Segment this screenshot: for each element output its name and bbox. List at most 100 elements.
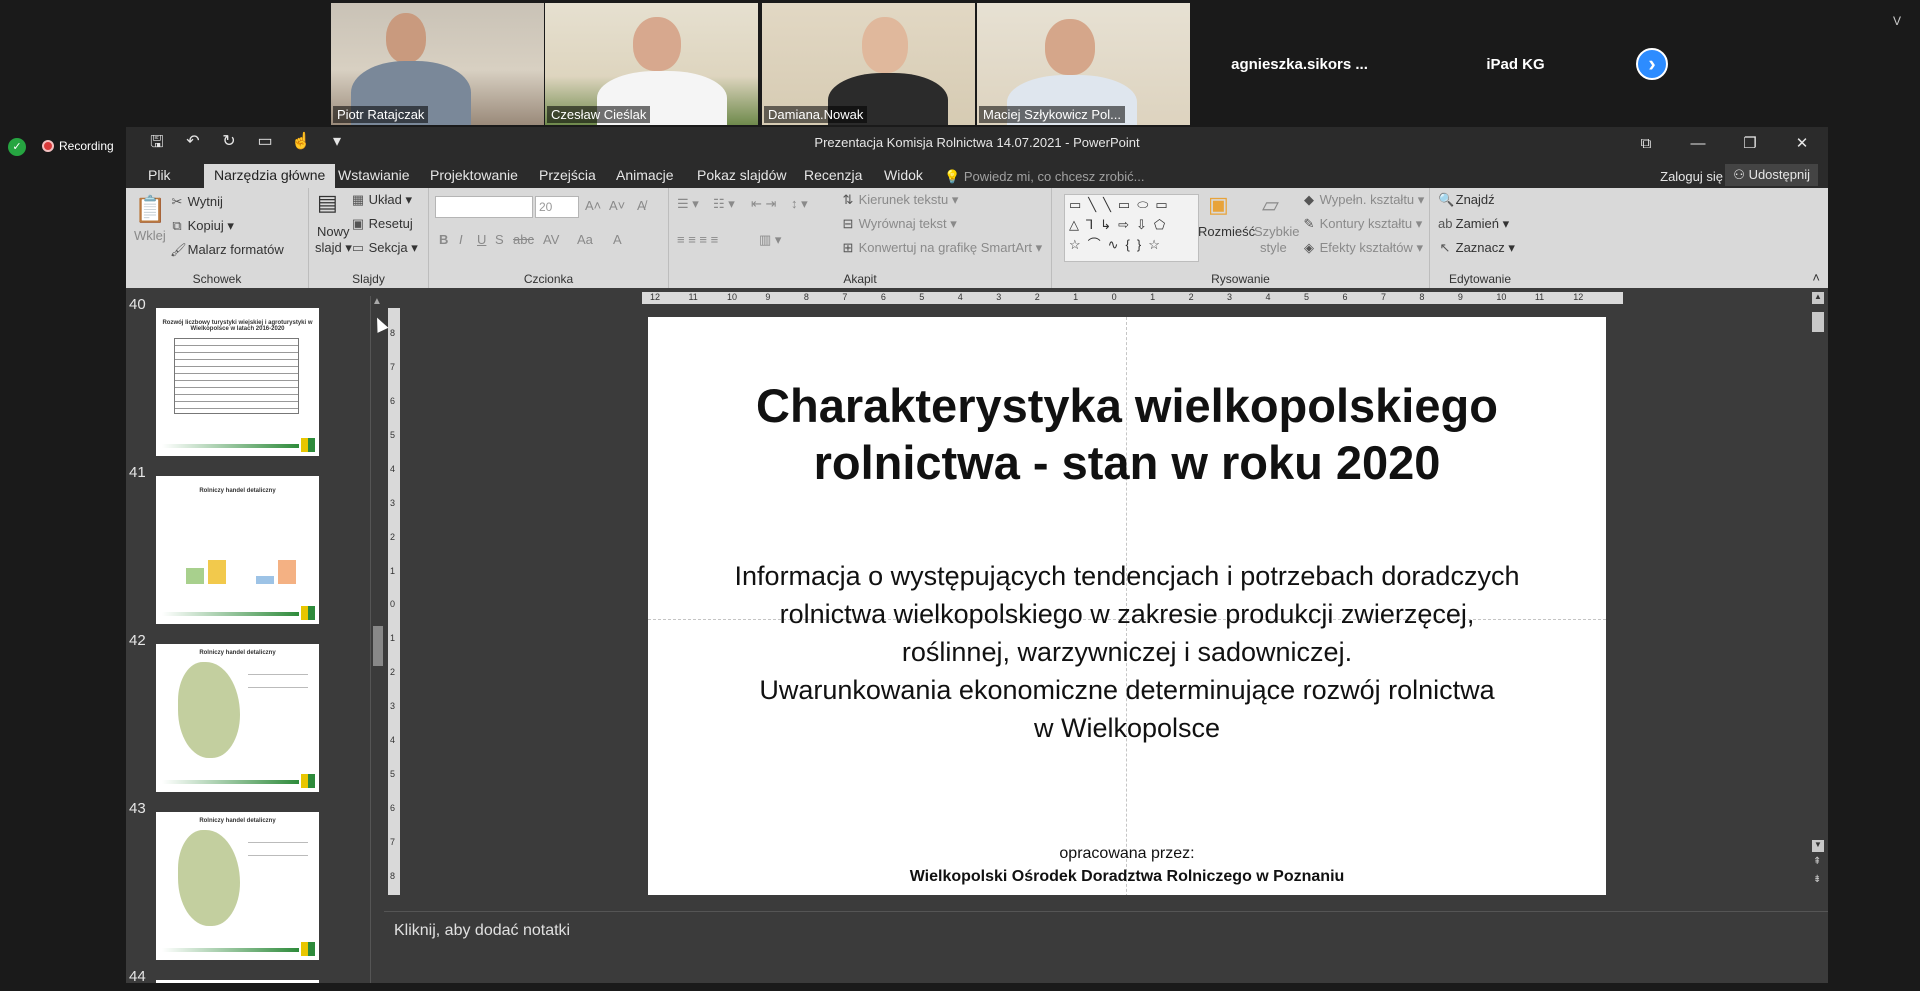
text-direction-button[interactable]: ⇅ Kierunek tekstu ▾ [841, 192, 959, 208]
select-button[interactable]: ↖ Zaznacz ▾ [1438, 240, 1515, 256]
participant-tile[interactable]: Czesław Cieślak [545, 3, 758, 125]
format-painter-button[interactable]: 🖌 Malarz formatów [170, 242, 284, 258]
char-spacing-icon[interactable]: AV [543, 232, 559, 247]
find-button[interactable]: 🔍 Znajdź [1438, 192, 1495, 208]
ruler-tick-label: 4 [390, 735, 396, 746]
new-slide-icon[interactable]: ▤ [317, 190, 338, 216]
numbering-icon[interactable]: ☷ ▾ [713, 196, 735, 212]
cut-button[interactable]: ✂ Wytnij [170, 194, 223, 210]
slide-subtitle[interactable]: Informacja o występujących tendencjach i… [678, 557, 1576, 747]
security-shield-icon[interactable]: ✓ [8, 138, 26, 156]
tab-design[interactable]: Projektowanie [420, 164, 528, 188]
participant-tile-active[interactable]: Maciej Szłykowicz Pol... [977, 3, 1190, 125]
bullets-icon[interactable]: ☰ ▾ [677, 196, 699, 212]
ruler-tick-label: 4 [390, 463, 396, 474]
new-slide-button-line2[interactable]: slajd ▾ [315, 240, 352, 256]
tab-insert[interactable]: Wstawianie [328, 164, 420, 188]
arrange-icon[interactable]: ▣ [1208, 192, 1229, 218]
shadow-icon[interactable]: S [495, 232, 504, 247]
tab-transitions[interactable]: Przejścia [529, 164, 606, 188]
tab-view[interactable]: Widok [874, 164, 933, 188]
slide-title[interactable]: Charakterystyka wielkopolskiego rolnictw… [648, 377, 1606, 491]
view-button[interactable]: V [1893, 14, 1901, 28]
participant-head [1045, 19, 1095, 75]
recording-badge[interactable]: Recording [42, 139, 114, 153]
tab-animations[interactable]: Animacje [606, 164, 684, 188]
align-icons[interactable]: ≡ ≡ ≡ ≡ [677, 232, 718, 247]
layout-button[interactable]: ▦ Układ ▾ [351, 192, 412, 208]
font-name-input[interactable] [435, 196, 533, 218]
slide-scrollbar[interactable]: ▲ ▼ ⇞ ⇟ [1808, 288, 1828, 895]
decrease-font-icon[interactable]: A˅ [609, 198, 625, 213]
tell-me-search[interactable]: 💡 Powiedz mi, co chcesz zrobić... [944, 169, 1144, 185]
increase-font-icon[interactable]: A˄ [585, 198, 601, 213]
close-icon[interactable]: ✕ [1776, 127, 1828, 159]
shape-outline-button[interactable]: ✎ Kontury kształtu ▾ [1302, 216, 1423, 232]
slide-thumbnail[interactable]: Rolniczy handel detaliczny [156, 476, 319, 624]
bold-icon[interactable]: B [439, 232, 448, 247]
thumbnail-scrollbar[interactable]: ▲ [370, 296, 384, 983]
arrange-button[interactable]: Rozmieść [1198, 224, 1255, 239]
restore-icon[interactable]: ❐ [1724, 127, 1776, 159]
replace-button[interactable]: ab Zamień ▾ [1438, 216, 1509, 232]
section-button[interactable]: ▭ Sekcja ▾ [351, 240, 418, 256]
slide-thumbnail[interactable]: Rozwój liczbowy turystyki wiejskiej i ag… [156, 308, 319, 456]
scroll-up-icon[interactable]: ▲ [372, 296, 382, 307]
clear-format-icon[interactable]: A̸ [637, 198, 646, 213]
tab-review[interactable]: Recenzja [794, 164, 872, 188]
strikethrough-icon[interactable]: abc [513, 232, 534, 247]
thumbnail-map [178, 830, 240, 926]
paste-button[interactable]: Wklej [134, 228, 166, 243]
thumbnail-title: Rolniczy handel detaliczny [199, 650, 276, 656]
tab-file[interactable]: Plik [138, 164, 181, 188]
columns-icon[interactable]: ▥ ▾ [759, 232, 781, 248]
align-text-button[interactable]: ⊟ Wyrównaj tekst ▾ [841, 216, 957, 232]
participant-tile[interactable]: Piotr Ratajczak [331, 3, 544, 125]
slide-thumbnail[interactable]: Rolniczy handel detaliczny [156, 812, 319, 960]
participant-tile[interactable]: Damiana.Nowak [762, 3, 975, 125]
italic-icon[interactable]: I [459, 232, 463, 247]
clipboard-group: 📋 Wklej ✂ Wytnij ⧉ Kopiuj ▾ 🖌 Malarz for… [126, 188, 309, 288]
prepared-by-label[interactable]: opracowana przez: [648, 845, 1606, 863]
next-slide-icon[interactable]: ⇟ [1813, 874, 1821, 885]
participant-name-tile[interactable]: agnieszka.sikors ... [1192, 3, 1407, 125]
shapes-gallery[interactable]: ▭╲╲▭⬭▭ △⅂↳⇨⇩⬠ ☆⌒∿{}☆ [1064, 194, 1199, 262]
collapse-ribbon-icon[interactable]: ˄ [1812, 270, 1820, 285]
font-color-icon[interactable]: A [613, 232, 622, 247]
paste-icon[interactable]: 📋 [134, 194, 166, 225]
reset-button[interactable]: ▣ Resetuj [351, 216, 413, 232]
quick-styles-line2[interactable]: style [1260, 240, 1287, 255]
ribbon-display-icon[interactable]: ⧉ [1620, 127, 1672, 159]
shape-effects-button[interactable]: ◈ Efekty kształtów ▾ [1302, 240, 1423, 256]
underline-icon[interactable]: U [477, 232, 486, 247]
next-page-arrow-icon[interactable]: › [1636, 48, 1668, 80]
organization-name[interactable]: Wielkopolski Ośrodek Doradztwa Rolniczeg… [648, 868, 1606, 886]
current-slide[interactable]: Charakterystyka wielkopolskiego rolnictw… [648, 317, 1606, 895]
slide-thumbnail[interactable] [156, 980, 319, 983]
scroll-thumb[interactable] [373, 626, 383, 666]
previous-slide-icon[interactable]: ⇞ [1813, 856, 1821, 867]
tab-home[interactable]: Narzędzia główne [204, 164, 336, 188]
smartart-button[interactable]: ⊞ Konwertuj na grafikę SmartArt ▾ [841, 240, 1043, 256]
indent-icon[interactable]: ⇤ ⇥ [751, 196, 776, 212]
shape-fill-button[interactable]: ◆ Wypełn. kształtu ▾ [1302, 192, 1424, 208]
notes-pane[interactable]: Kliknij, aby dodać notatki [384, 911, 1828, 983]
scroll-down-icon[interactable]: ▼ [1812, 840, 1824, 852]
slide-thumbnail[interactable]: Rolniczy handel detaliczny [156, 644, 319, 792]
scroll-up-icon[interactable]: ▲ [1812, 292, 1824, 304]
quick-styles-line1[interactable]: Szybkie [1254, 224, 1300, 239]
quick-styles-icon[interactable]: ▱ [1262, 192, 1279, 218]
change-case-icon[interactable]: Aa [577, 232, 593, 247]
scroll-thumb[interactable] [1812, 312, 1824, 332]
new-slide-button-line1[interactable]: Nowy [317, 224, 350, 239]
copy-button[interactable]: ⧉ Kopiuj ▾ [170, 218, 234, 234]
sign-in-link[interactable]: Zaloguj się [1660, 169, 1723, 184]
ruler-tick-label: 1 [1073, 292, 1079, 302]
group-label: Czcionka [523, 272, 574, 286]
font-size-input[interactable]: 20 [535, 196, 579, 218]
minimize-icon[interactable]: — [1672, 127, 1724, 159]
participant-name-tile[interactable]: iPad KG [1408, 3, 1623, 125]
line-spacing-icon[interactable]: ↕ ▾ [791, 196, 808, 212]
share-button[interactable]: ⚇ Udostępnij [1725, 164, 1818, 186]
tab-slideshow[interactable]: Pokaz slajdów [687, 164, 797, 188]
